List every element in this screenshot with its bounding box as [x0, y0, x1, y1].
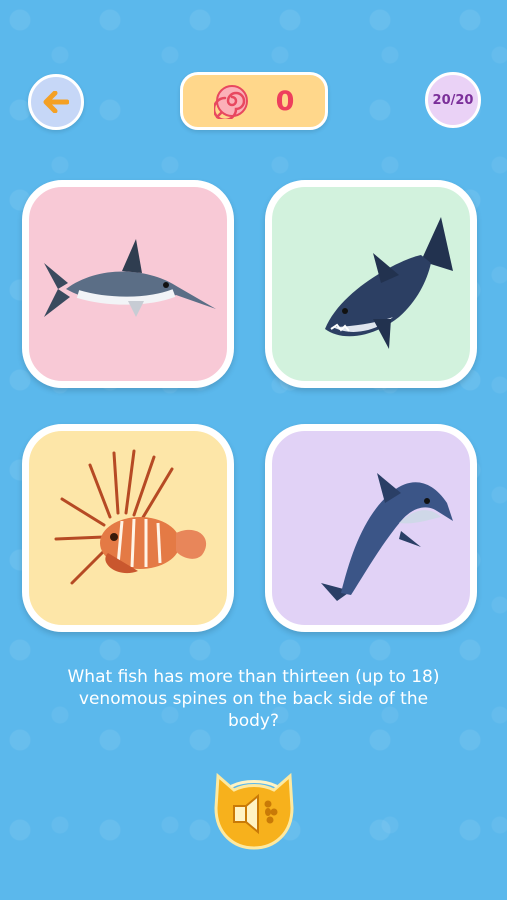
question-progress: 20/20 [425, 72, 481, 128]
speaker-icon [214, 772, 294, 850]
answer-card-lionfish[interactable] [22, 424, 234, 632]
answer-card-dolphin[interactable] [265, 424, 477, 632]
arrow-left-icon [43, 91, 69, 113]
sound-button[interactable] [208, 768, 300, 852]
score-counter: 0 [180, 72, 328, 130]
swordfish-image [44, 239, 216, 317]
lionfish-image [54, 449, 207, 585]
dolphin-image [321, 473, 453, 601]
score-value: 0 [275, 85, 295, 117]
candy-icon [213, 85, 248, 119]
back-button[interactable] [28, 74, 84, 130]
answer-card-shark[interactable] [265, 180, 477, 388]
shark-image [325, 217, 453, 349]
question-text: What fish has more than thirteen (up to … [67, 667, 440, 731]
answer-card-swordfish[interactable] [22, 180, 234, 388]
